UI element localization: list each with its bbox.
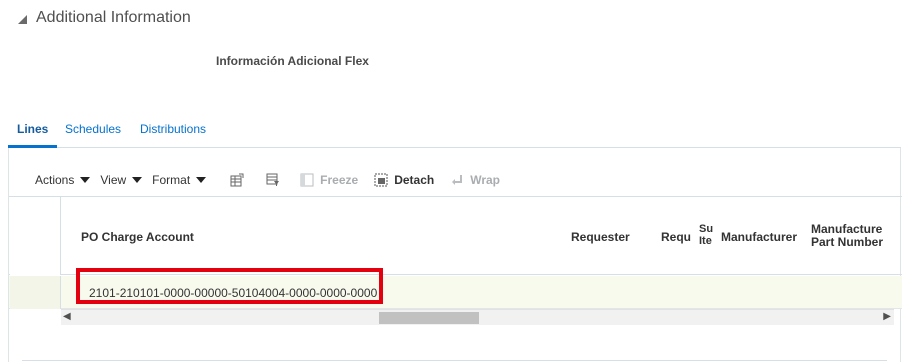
column-header-su-ite[interactable]: Su Ite bbox=[699, 223, 717, 247]
scroll-right-icon[interactable]: ▶ bbox=[883, 311, 891, 322]
format-label: Format bbox=[152, 173, 191, 187]
wrap-button[interactable]: Wrap bbox=[450, 173, 500, 187]
table-toolbar: Actions View Format Freeze Detach Wrap bbox=[35, 171, 500, 189]
horizontal-scrollbar[interactable]: ◀ ▶ bbox=[61, 309, 894, 325]
chevron-down-icon bbox=[80, 177, 91, 183]
actions-menu[interactable]: Actions bbox=[35, 173, 91, 187]
highlight-box bbox=[76, 268, 383, 304]
tab-lines[interactable]: Lines bbox=[17, 122, 48, 136]
detach-label: Detach bbox=[394, 173, 435, 187]
freeze-button[interactable]: Freeze bbox=[300, 173, 358, 187]
section-header[interactable]: Additional Information bbox=[18, 9, 191, 27]
actions-label: Actions bbox=[35, 173, 75, 187]
bottom-divider bbox=[22, 360, 887, 361]
view-menu[interactable]: View bbox=[100, 173, 143, 187]
export-icon[interactable] bbox=[230, 173, 244, 187]
filter-icon[interactable] bbox=[266, 173, 280, 187]
lines-panel: Actions View Format Freeze Detach Wrap P… bbox=[8, 148, 902, 362]
collapse-triangle-icon[interactable] bbox=[18, 14, 27, 24]
chevron-down-icon bbox=[132, 177, 143, 183]
wrap-label: Wrap bbox=[470, 173, 501, 187]
detach-button[interactable]: Detach bbox=[374, 173, 434, 187]
row-header-corner bbox=[10, 197, 61, 275]
column-header-requ[interactable]: Requ bbox=[661, 231, 695, 244]
column-header-po-charge-account[interactable]: PO Charge Account bbox=[81, 231, 194, 244]
flex-label: Información Adicional Flex bbox=[216, 54, 369, 68]
table-row[interactable]: 2101-210101-0000-00000-50104004-0000-000… bbox=[9, 268, 902, 309]
column-header-manufacturer[interactable]: Manufacturer bbox=[721, 231, 807, 244]
tab-schedules[interactable]: Schedules bbox=[65, 122, 121, 136]
freeze-icon bbox=[300, 173, 314, 187]
column-header-manufacturer-part-number[interactable]: Manufacture Part Number bbox=[811, 223, 889, 249]
column-header-requester[interactable]: Requester bbox=[571, 231, 630, 244]
scroll-thumb[interactable] bbox=[379, 312, 479, 324]
table-header-row: PO Charge Account Requester Requ Su Ite … bbox=[9, 197, 902, 275]
tab-distributions[interactable]: Distributions bbox=[140, 122, 206, 136]
chevron-down-icon bbox=[196, 177, 207, 183]
row-selector[interactable] bbox=[10, 276, 61, 309]
section-title: Additional Information bbox=[36, 9, 191, 26]
detach-icon bbox=[374, 173, 388, 187]
format-menu[interactable]: Format bbox=[152, 173, 207, 187]
wrap-icon bbox=[450, 173, 464, 187]
scroll-left-icon[interactable]: ◀ bbox=[63, 311, 71, 322]
lines-table: PO Charge Account Requester Requ Su Ite … bbox=[9, 196, 902, 325]
freeze-label: Freeze bbox=[320, 173, 359, 187]
tab-bar: Lines Schedules Distributions bbox=[8, 120, 901, 148]
view-label: View bbox=[100, 173, 127, 187]
